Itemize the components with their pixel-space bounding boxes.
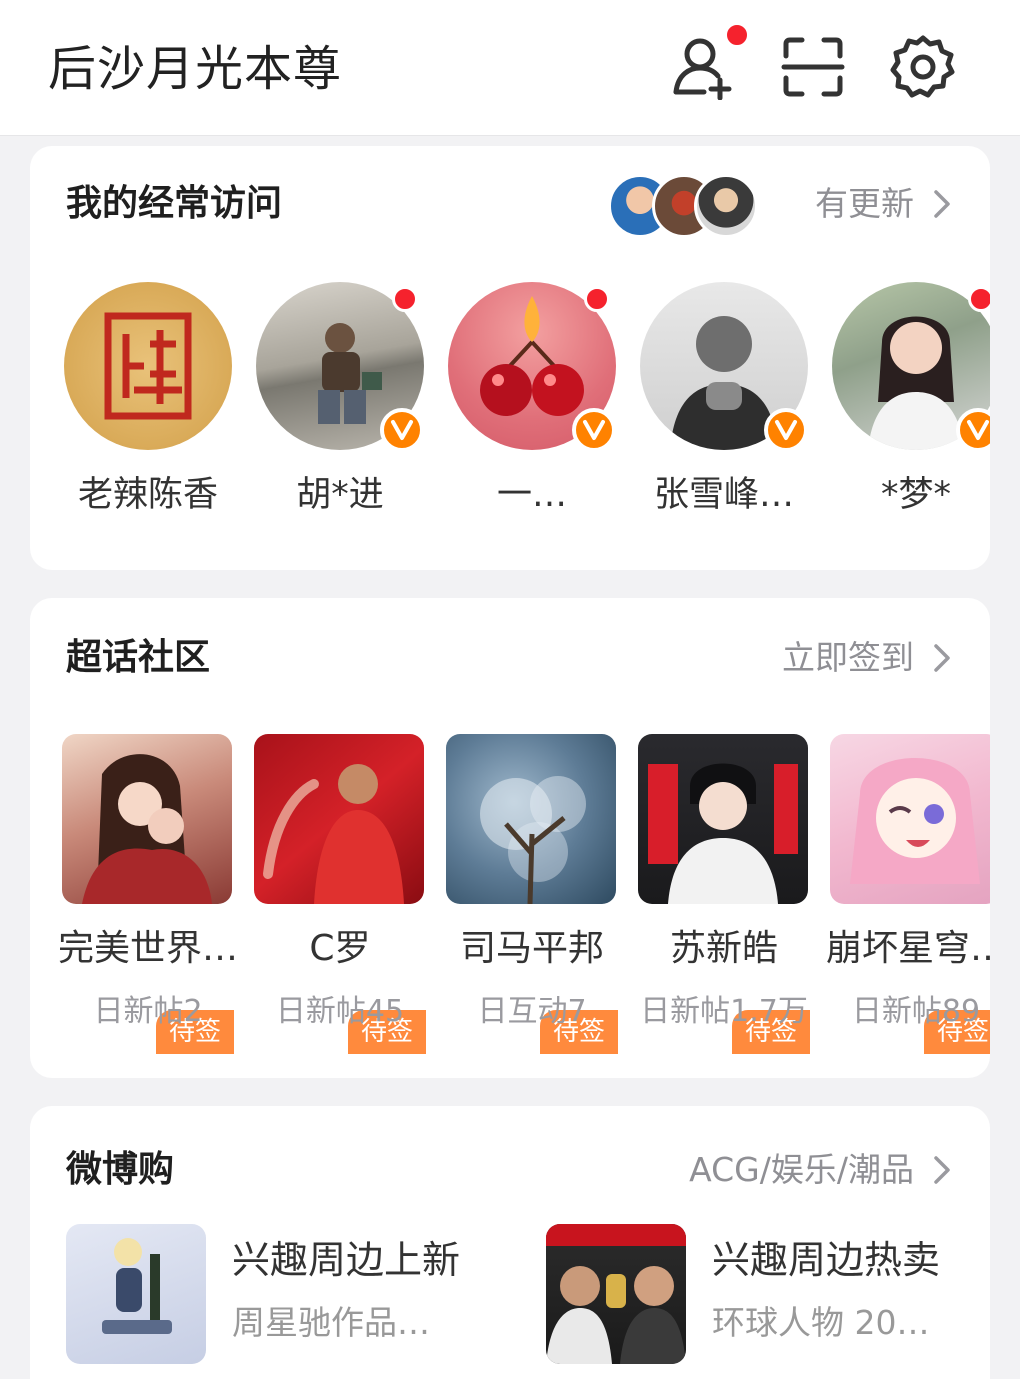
weibo-shop-card: 微博购 ACG/娱乐/潮品 兴趣周边上新 周星驰作品… 兴趣周边热卖 环球人物 … — [30, 1106, 990, 1379]
topic-stat: 日新帖45 — [275, 994, 405, 1029]
visit-name: 一… — [496, 475, 567, 515]
scan-icon[interactable] — [780, 34, 846, 100]
topic-cover — [254, 734, 424, 904]
top-bar: 后沙月光本尊 — [0, 0, 1020, 136]
visit-name: 胡*进 — [296, 475, 384, 515]
product-thumbnail — [66, 1224, 206, 1364]
topic-name: 崩坏星穹… — [825, 928, 990, 969]
verified-badge-icon — [380, 408, 424, 452]
update-dot — [968, 286, 990, 312]
visit-item[interactable]: *梦* — [830, 282, 990, 532]
super-topics-header[interactable]: 超话社区 立即签到 — [66, 628, 954, 688]
check-in-link[interactable]: 立即签到 — [782, 628, 914, 688]
visit-item[interactable]: 老辣陈香 — [62, 282, 234, 532]
updated-avatars — [608, 174, 758, 238]
topic-item[interactable]: 待签 C罗 日新帖45 — [254, 734, 426, 1054]
visit-item[interactable]: 胡*进 — [254, 282, 426, 532]
section-title: 超话社区 — [66, 637, 211, 678]
weibo-shop-header[interactable]: 微博购 ACG/娱乐/潮品 — [66, 1140, 954, 1200]
topic-item[interactable]: 待签 司马平邦 日互动7 — [446, 734, 618, 1054]
visit-name: 张雪峰… — [653, 475, 794, 515]
frequent-visits-list: 老辣陈香 胡*进 一… 张雪峰… *梦* — [30, 282, 990, 542]
visit-item[interactable]: 一… — [446, 282, 618, 532]
topic-stat: 日新帖2 — [93, 994, 203, 1029]
chevron-right-icon — [934, 190, 950, 218]
shop-item-subtitle: 环球人物 20… — [712, 1303, 930, 1342]
topic-stat: 日新帖1.7万 — [640, 994, 808, 1029]
visit-name: 老辣陈香 — [77, 475, 218, 515]
topic-name: 司马平邦 — [459, 928, 604, 969]
section-title: 微博购 — [66, 1149, 175, 1190]
notification-dot — [724, 22, 750, 48]
verified-badge-icon — [572, 408, 616, 452]
topic-stat: 日新帖89 — [851, 994, 981, 1029]
topic-stat: 日互动7 — [477, 994, 587, 1029]
shop-item-title: 兴趣周边上新 — [232, 1238, 461, 1282]
shop-category-link[interactable]: ACG/娱乐/潮品 — [689, 1140, 914, 1200]
avatar — [64, 282, 232, 450]
topic-name: 苏新皓 — [669, 928, 778, 969]
topic-name: 完美世界… — [57, 928, 238, 969]
section-title: 我的经常访问 — [66, 183, 283, 224]
visit-item[interactable]: 张雪峰… — [638, 282, 810, 532]
updates-link[interactable]: 有更新 — [815, 174, 914, 234]
super-topics-card: 超话社区 立即签到 待签 完美世界… 日新帖2 待签 C罗 日新帖45 待签 司… — [30, 598, 990, 1078]
topic-name: C罗 — [309, 928, 371, 969]
topic-item[interactable]: 待签 苏新皓 日新帖1.7万 — [638, 734, 810, 1054]
chevron-right-icon — [934, 1156, 950, 1184]
shop-item-title: 兴趣周边热卖 — [712, 1238, 941, 1282]
frequent-visits-header[interactable]: 我的经常访问 有更新 — [66, 174, 954, 238]
avatar — [694, 174, 758, 238]
shop-item-subtitle: 周星驰作品… — [232, 1303, 430, 1342]
chevron-right-icon — [934, 644, 950, 672]
update-dot — [392, 286, 418, 312]
shop-item[interactable]: 兴趣周边上新 周星驰作品… — [66, 1224, 506, 1364]
topic-cover — [62, 734, 232, 904]
topic-item[interactable]: 待签 完美世界… 日新帖2 — [58, 734, 238, 1054]
verified-badge-icon — [956, 408, 990, 452]
topic-item[interactable]: 待签 崩坏星穹… 日新帖89 — [826, 734, 990, 1054]
verified-badge-icon — [764, 408, 808, 452]
topic-cover — [638, 734, 808, 904]
product-thumbnail — [546, 1224, 686, 1364]
visit-name: *梦* — [880, 475, 951, 515]
frequent-visits-card: 我的经常访问 有更新 老辣陈香 胡*进 一… 张雪峰… *梦* — [30, 146, 990, 570]
add-friend-icon[interactable] — [670, 34, 736, 101]
super-topics-list: 待签 完美世界… 日新帖2 待签 C罗 日新帖45 待签 司马平邦 日互动7 待… — [30, 734, 990, 1054]
topic-cover — [446, 734, 616, 904]
update-dot — [584, 286, 610, 312]
shop-item[interactable]: 兴趣周边热卖 环球人物 20… — [546, 1224, 986, 1364]
profile-name: 后沙月光本尊 — [48, 41, 343, 97]
topic-cover — [830, 734, 990, 904]
gear-icon[interactable] — [890, 34, 956, 100]
